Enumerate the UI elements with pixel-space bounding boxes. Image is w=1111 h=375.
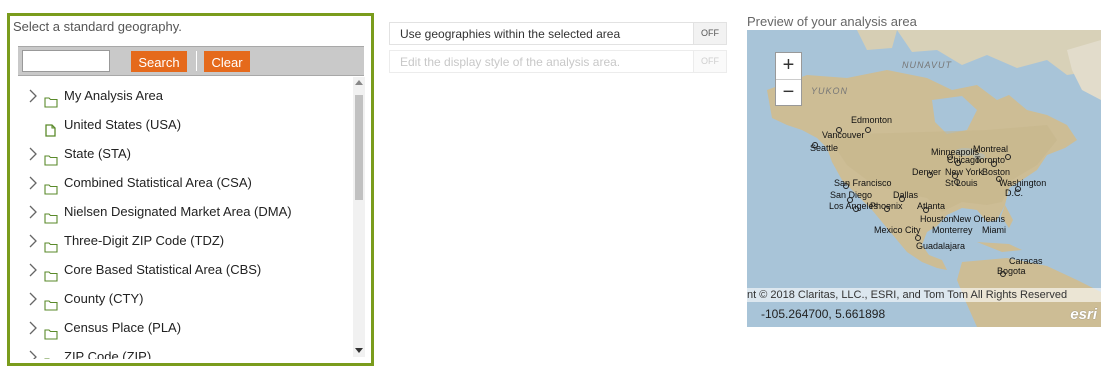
geography-item[interactable]: My Analysis Area (18, 82, 348, 110)
geography-item-label: United States (USA) (64, 117, 182, 132)
folder-icon (44, 148, 58, 166)
city-label: New Orleans (953, 214, 1006, 224)
map-attribution: nt © 2018 Claritas, LLC., ESRI, and Tom … (747, 288, 1101, 302)
city-marker-icon (923, 207, 929, 213)
geography-item[interactable]: County (CTY) (18, 285, 348, 313)
folder-icon (44, 264, 58, 282)
geography-item[interactable]: State (STA) (18, 140, 348, 168)
within-area-option[interactable]: Use geographies within the selected area… (389, 22, 727, 45)
geography-item-label: State (STA) (64, 146, 131, 161)
geography-item[interactable]: ZIP Code (ZIP) (18, 343, 348, 359)
clear-button[interactable]: Clear (204, 51, 250, 72)
chevron-right-icon[interactable] (27, 198, 39, 226)
city-marker-icon (915, 235, 921, 241)
city-label: Montreal (973, 144, 1009, 154)
folder-icon (44, 206, 58, 224)
chevron-right-icon[interactable] (27, 343, 39, 359)
city-label: Miami (982, 225, 1006, 235)
region-label: YUKON (811, 86, 849, 96)
zoom-control: + − (775, 52, 802, 106)
preview-title: Preview of your analysis area (747, 14, 917, 29)
scroll-thumb[interactable] (355, 95, 363, 200)
geography-item[interactable]: Three-Digit ZIP Code (TDZ) (18, 227, 348, 255)
toolbar-divider (196, 51, 197, 71)
city-label: Atlanta (917, 201, 946, 211)
panel-title: Select a standard geography. (13, 19, 182, 34)
folder-icon (44, 90, 58, 108)
city-label: D.C. (1005, 188, 1023, 198)
city-label: Washington (999, 178, 1047, 188)
geography-item-label: Three-Digit ZIP Code (TDZ) (64, 233, 225, 248)
folder-icon (44, 235, 58, 253)
city-label: Edmonton (851, 115, 893, 125)
display-style-label: Edit the display style of the analysis a… (400, 55, 621, 69)
city-label: Boston (982, 167, 1011, 177)
geography-item[interactable]: Census Place (PLA) (18, 314, 348, 342)
display-style-option: Edit the display style of the analysis a… (389, 50, 727, 73)
zoom-in-button[interactable]: + (776, 53, 801, 80)
region-label: NUNAVUT (902, 60, 953, 70)
geography-item-label: ZIP Code (ZIP) (64, 349, 152, 359)
city-marker-icon (865, 127, 871, 133)
display-style-toggle: OFF (693, 51, 726, 72)
folder-icon (44, 177, 58, 195)
city-label: Guadalajara (916, 241, 966, 251)
city-marker-icon (843, 183, 849, 189)
geography-item-label: My Analysis Area (64, 88, 163, 103)
within-area-toggle[interactable]: OFF (693, 23, 726, 44)
geography-tree: My Analysis Area United States (USA) State… (18, 76, 364, 359)
city-marker-icon (853, 206, 859, 212)
city-marker-icon (955, 160, 961, 166)
city-marker-icon (812, 142, 818, 148)
folder-icon (44, 322, 58, 340)
chevron-right-icon[interactable] (27, 314, 39, 342)
geography-panel: Select a standard geography. Search Clea… (7, 13, 374, 366)
esri-logo: esri (1070, 306, 1097, 323)
map-coordinates: -105.264700, 5.661898 (761, 307, 886, 321)
city-label: Caracas (1009, 256, 1043, 266)
chevron-right-icon[interactable] (27, 140, 39, 168)
geography-item-label: Nielsen Designated Market Area (DMA) (64, 204, 292, 219)
city-label: Vancouver (822, 130, 865, 140)
city-marker-icon (927, 172, 933, 178)
city-marker-icon (954, 179, 960, 185)
within-area-label: Use geographies within the selected area (400, 27, 621, 41)
file-icon (44, 119, 58, 137)
geography-item[interactable]: Combined Statistical Area (CSA) (18, 169, 348, 197)
chevron-right-icon[interactable] (27, 227, 39, 255)
geography-item-label: Combined Statistical Area (CSA) (64, 175, 252, 190)
geography-item-label: Core Based Statistical Area (CBS) (64, 262, 262, 277)
folder-icon (44, 351, 58, 359)
city-marker-icon (836, 127, 842, 133)
city-label: New York (945, 167, 984, 177)
search-input[interactable] (22, 50, 110, 72)
chevron-right-icon[interactable] (27, 256, 39, 284)
city-marker-icon (884, 206, 890, 212)
scroll-up-arrow-icon[interactable] (355, 80, 363, 85)
scroll-down-arrow-icon[interactable] (355, 348, 363, 353)
search-button[interactable]: Search (131, 51, 187, 72)
geography-item[interactable]: Core Based Statistical Area (CBS) (18, 256, 348, 284)
geography-item[interactable]: United States (USA) (18, 111, 348, 139)
folder-icon (44, 293, 58, 311)
search-toolbar: Search Clear (18, 46, 364, 76)
scrollbar[interactable] (353, 77, 365, 357)
chevron-right-icon[interactable] (27, 285, 39, 313)
geography-item-label: County (CTY) (64, 291, 144, 306)
city-marker-icon (1000, 271, 1006, 277)
chevron-right-icon[interactable] (27, 82, 39, 110)
zoom-out-button[interactable]: − (776, 80, 801, 106)
city-label: Mexico City (874, 225, 921, 235)
map-preview[interactable]: NUNAVUT YUKON + − Edmonton Vancouver Seatt… (747, 30, 1101, 327)
geography-item-label: Census Place (PLA) (64, 320, 182, 335)
geography-item[interactable]: Nielsen Designated Market Area (DMA) (18, 198, 348, 226)
city-label: St Louis (945, 178, 978, 188)
city-label: Dallas (893, 190, 919, 200)
chevron-right-icon[interactable] (27, 169, 39, 197)
city-label: Monterrey (932, 225, 973, 235)
city-marker-icon (1005, 154, 1011, 160)
city-label: Houston (920, 214, 954, 224)
